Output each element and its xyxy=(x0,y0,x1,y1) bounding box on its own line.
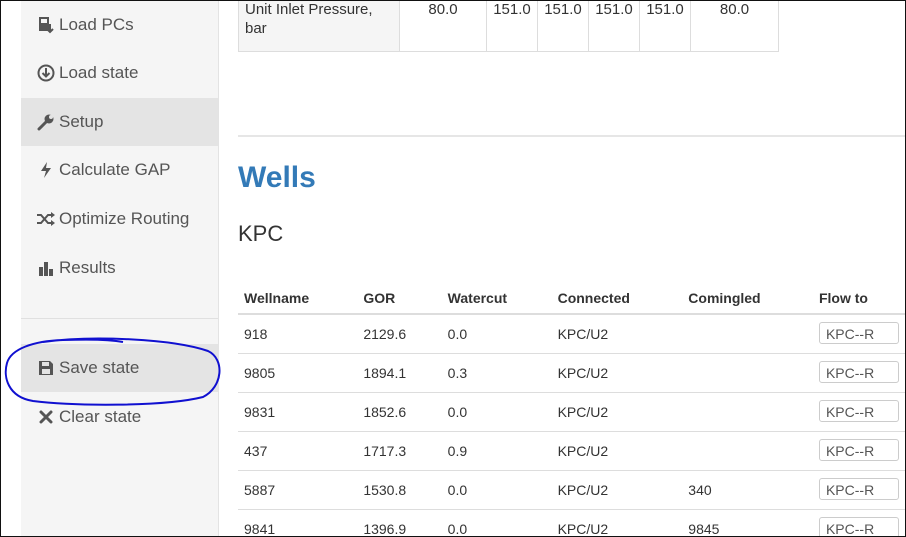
cell-wellname: 9805 xyxy=(238,353,358,393)
cell-flow-to: KPC--R xyxy=(812,470,905,510)
cell-gor: 1396.9 xyxy=(357,509,442,536)
flow-to-select[interactable]: KPC--R xyxy=(818,516,899,536)
cell-gor: 1717.3 xyxy=(357,431,442,471)
table-row: 9841 1396.9 0.0 KPC/U2 9845 KPC--R xyxy=(238,509,905,536)
cell-wellname: 437 xyxy=(238,431,358,471)
download-circle-icon xyxy=(36,63,56,83)
cell-watercut: 0.9 xyxy=(441,431,552,471)
sidebar-item-label: Setup xyxy=(59,112,104,131)
file-import-icon xyxy=(36,15,56,35)
bolt-icon xyxy=(36,160,56,180)
cell-comingled xyxy=(682,392,813,432)
cell-comingled: 9845 xyxy=(682,509,813,536)
sidebar-item-setup[interactable]: Setup xyxy=(21,98,218,146)
flow-to-select[interactable]: KPC--R xyxy=(818,438,899,461)
sidebar-item-load-pcs[interactable]: Load PCs xyxy=(21,1,218,49)
cell-flow-to: KPC--R xyxy=(812,509,905,536)
sidebar-item-label: Clear state xyxy=(59,407,142,426)
table-cell: 151.0 xyxy=(486,1,538,52)
sidebar-item-label: Load state xyxy=(59,63,139,82)
sidebar-item-calculate-gap[interactable]: Calculate GAP xyxy=(21,146,218,194)
cell-connected: KPC/U2 xyxy=(551,313,683,354)
table-row: 9805 1894.1 0.3 KPC/U2 KPC--R xyxy=(238,353,905,393)
table-cell: 151.0 xyxy=(588,1,640,52)
shuffle-icon xyxy=(36,209,56,229)
cell-wellname: 5887 xyxy=(238,470,358,510)
cell-flow-to: KPC--R xyxy=(812,353,905,393)
cell-comingled xyxy=(682,353,813,393)
cell-gor: 1530.8 xyxy=(357,470,442,510)
floppy-disk-icon xyxy=(36,358,56,378)
table-header-row: Wellname GOR Watercut Connected Comingle… xyxy=(238,283,905,315)
cell-watercut: 0.0 xyxy=(441,392,552,432)
column-header[interactable]: Watercut xyxy=(441,283,552,315)
app-window: Load PCs Load state Setup Calculate GAP … xyxy=(0,0,906,537)
sidebar: Load PCs Load state Setup Calculate GAP … xyxy=(21,1,219,536)
row-label: Unit Inlet Pressure, bar xyxy=(238,1,400,52)
cell-watercut: 0.3 xyxy=(441,353,552,393)
cell-connected: KPC/U2 xyxy=(551,353,683,393)
flow-to-select[interactable]: KPC--R xyxy=(818,321,899,344)
sidebar-item-label: Results xyxy=(59,258,116,277)
flow-to-select[interactable]: KPC--R xyxy=(818,477,899,500)
sidebar-item-label: Optimize Routing xyxy=(59,209,190,228)
cell-connected: KPC/U2 xyxy=(551,392,683,432)
x-icon xyxy=(36,407,56,427)
table-cell: 151.0 xyxy=(639,1,691,52)
column-header[interactable]: Flow to xyxy=(812,283,905,315)
wrench-icon xyxy=(36,112,56,132)
cell-watercut: 0.0 xyxy=(441,470,552,510)
cell-connected: KPC/U2 xyxy=(551,470,683,510)
cell-gor: 1852.6 xyxy=(357,392,442,432)
column-header[interactable]: Comingled xyxy=(682,283,813,315)
table-cell: 80.0 xyxy=(399,1,487,52)
cell-flow-to: KPC--R xyxy=(812,313,905,354)
cell-connected: KPC/U2 xyxy=(551,509,683,536)
cell-comingled: 340 xyxy=(682,470,813,510)
cell-wellname: 9831 xyxy=(238,392,358,432)
cell-flow-to: KPC--R xyxy=(812,431,905,471)
table-row: 9831 1852.6 0.0 KPC/U2 KPC--R xyxy=(238,392,905,432)
main-content: Unit Inlet Pressure, bar 80.0 151.0 151.… xyxy=(238,1,905,536)
pressure-table: Unit Inlet Pressure, bar 80.0 151.0 151.… xyxy=(238,1,779,52)
cell-comingled xyxy=(682,431,813,471)
table-row: Unit Inlet Pressure, bar 80.0 151.0 151.… xyxy=(238,1,779,52)
sidebar-item-optimize-routing[interactable]: Optimize Routing xyxy=(21,195,218,243)
sidebar-item-label: Load PCs xyxy=(59,15,134,34)
page-title: Wells xyxy=(238,161,316,194)
cell-connected: KPC/U2 xyxy=(551,431,683,471)
sidebar-item-label: Calculate GAP xyxy=(59,160,171,179)
sidebar-item-label: Save state xyxy=(59,358,140,377)
cell-flow-to: KPC--R xyxy=(812,392,905,432)
cell-watercut: 0.0 xyxy=(441,313,552,354)
cell-wellname: 9841 xyxy=(238,509,358,536)
flow-to-select[interactable]: KPC--R xyxy=(818,360,899,383)
table-row: 918 2129.6 0.0 KPC/U2 KPC--R xyxy=(238,313,905,354)
cell-watercut: 0.0 xyxy=(441,509,552,536)
section-subtitle: KPC xyxy=(238,221,284,246)
sidebar-item-load-state[interactable]: Load state xyxy=(21,49,218,97)
flow-to-select[interactable]: KPC--R xyxy=(818,399,899,422)
section-divider xyxy=(238,135,905,137)
bar-chart-icon xyxy=(36,258,56,278)
column-header[interactable]: Connected xyxy=(551,283,683,315)
table-cell: 151.0 xyxy=(537,1,589,52)
table-row: 5887 1530.8 0.0 KPC/U2 340 KPC--R xyxy=(238,470,905,510)
sidebar-divider xyxy=(21,318,218,319)
sidebar-item-clear-state[interactable]: Clear state xyxy=(21,393,218,441)
table-row: 437 1717.3 0.9 KPC/U2 KPC--R xyxy=(238,431,905,471)
cell-gor: 1894.1 xyxy=(357,353,442,393)
wells-table: Wellname GOR Watercut Connected Comingle… xyxy=(238,283,905,536)
sidebar-item-save-state[interactable]: Save state xyxy=(21,344,218,392)
cell-comingled xyxy=(682,313,813,354)
cell-wellname: 918 xyxy=(238,313,358,354)
cell-gor: 2129.6 xyxy=(357,313,442,354)
table-cell: 80.0 xyxy=(690,1,779,52)
sidebar-item-results[interactable]: Results xyxy=(21,244,218,292)
column-header[interactable]: GOR xyxy=(357,283,442,315)
column-header[interactable]: Wellname xyxy=(238,283,358,315)
